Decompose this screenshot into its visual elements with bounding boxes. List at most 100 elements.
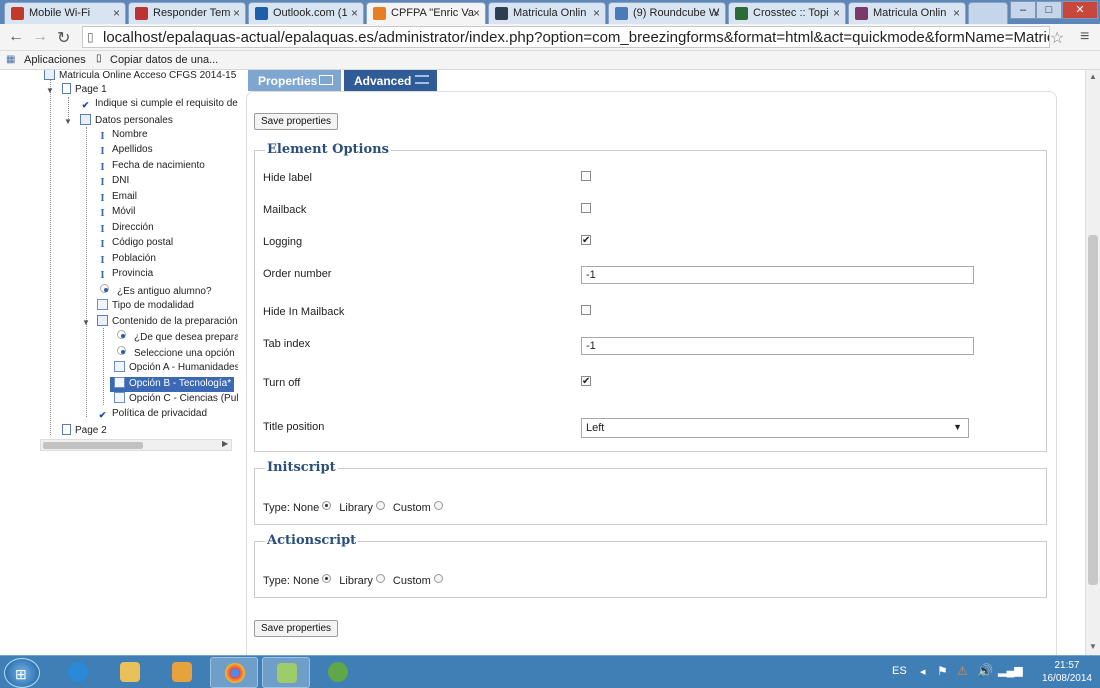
tree-node[interactable]: I Provincia xyxy=(97,268,238,283)
tree-node[interactable]: Opción A - Humanidades ( xyxy=(114,361,238,376)
order-number-input[interactable]: -1 xyxy=(581,266,974,284)
collapse-icon[interactable]: ▼ xyxy=(64,117,72,126)
minimize-icon[interactable]: – xyxy=(1010,1,1036,19)
taskbar-notepad[interactable] xyxy=(262,657,310,688)
tree-node-label: Tipo de modalidad xyxy=(112,300,194,311)
scroll-up-icon[interactable]: ▲ xyxy=(1089,72,1097,81)
tree-horizontal-scrollbar[interactable] xyxy=(40,439,232,451)
close-icon[interactable]: × xyxy=(833,6,840,20)
radio-none[interactable] xyxy=(322,574,332,583)
tray-arrow-icon[interactable]: ◂ xyxy=(920,665,926,678)
volume-icon[interactable]: 🔊 xyxy=(977,663,993,679)
hide-in-mailback-checkbox[interactable] xyxy=(581,305,591,315)
tree-node-label: Opción B - Tecnología* (P xyxy=(129,378,234,389)
tree-node[interactable]: ✔ Indique si cumple el requisito de ed xyxy=(80,98,238,113)
reload-icon[interactable]: ↻ xyxy=(57,28,70,48)
radio-custom[interactable] xyxy=(433,574,443,583)
menu-icon[interactable]: ≡ xyxy=(1080,28,1089,46)
taskbar-media[interactable] xyxy=(158,657,206,688)
browser-tab[interactable]: Mobile Wi-Fi × xyxy=(4,2,126,24)
tree-node[interactable]: Seleccione una opción (Ma xyxy=(114,346,238,361)
tree-node[interactable]: I Nombre xyxy=(97,129,238,144)
title-position-select[interactable]: Left ▼ xyxy=(581,418,969,438)
scrollbar-thumb[interactable] xyxy=(1088,235,1098,585)
tree-node-page-2[interactable]: Page 2 xyxy=(62,424,238,439)
browser-tab[interactable]: Crosstec :: Topi × xyxy=(728,2,846,24)
hide-label-checkbox[interactable] xyxy=(581,171,591,181)
tree-node[interactable]: I Población xyxy=(97,253,238,268)
tree-node-section[interactable]: Contenido de la preparación: xyxy=(97,315,238,330)
mailback-checkbox[interactable] xyxy=(581,203,591,213)
tab-index-input[interactable]: -1 xyxy=(581,337,974,355)
tree-node[interactable]: I Email xyxy=(97,191,238,206)
radio-none[interactable] xyxy=(322,501,332,510)
taskbar-ie[interactable] xyxy=(54,657,102,688)
browser-tab-active[interactable]: CPFPA "Enric Va × xyxy=(366,2,486,25)
scroll-right-icon[interactable]: ▶ xyxy=(222,439,228,448)
tree-root[interactable]: Matricula Online Acceso CFGS 2014-15 xyxy=(44,70,238,84)
tree-node[interactable]: I Código postal xyxy=(97,237,238,252)
tree-node-page-1[interactable]: Page 1 xyxy=(62,83,238,98)
turn-off-checkbox[interactable]: ✔ xyxy=(581,376,591,387)
close-icon[interactable]: × xyxy=(713,6,720,20)
save-properties-button-bottom[interactable]: Save properties xyxy=(254,620,339,637)
tree-node[interactable]: Opción C - Ciencias (Pulsa xyxy=(114,392,238,407)
tree-node[interactable]: ✔ Política de privacidad xyxy=(97,408,238,423)
taskbar-app[interactable] xyxy=(314,657,362,688)
maximize-icon[interactable]: □ xyxy=(1036,1,1062,19)
tree-node[interactable]: I DNI xyxy=(97,175,238,190)
flag-icon[interactable]: ⚑ xyxy=(937,664,948,678)
bookmark-apps[interactable]: Aplicaciones xyxy=(24,54,86,66)
tree-node[interactable]: Tipo de modalidad xyxy=(97,299,238,314)
star-icon[interactable]: ☆ xyxy=(1050,28,1064,48)
forward-icon[interactable]: → xyxy=(32,28,48,46)
tab-favicon-icon xyxy=(255,7,268,20)
collapse-icon[interactable]: ▼ xyxy=(46,86,54,95)
radio-library[interactable] xyxy=(375,501,385,510)
back-icon[interactable]: ← xyxy=(8,28,24,46)
tab-properties[interactable]: Properties xyxy=(248,70,341,91)
browser-tab[interactable]: Matricula Onlin × xyxy=(488,2,606,24)
page-vertical-scrollbar[interactable]: ▲ ▼ xyxy=(1085,70,1100,655)
browser-tab[interactable]: Responder Tem × xyxy=(128,2,246,24)
url-input[interactable]: ▯ localhost/epalaquas-actual/epalaquas.e… xyxy=(82,26,1050,48)
radio-library[interactable] xyxy=(375,574,385,583)
tree-node[interactable]: ¿De que desea prepararse xyxy=(114,330,238,345)
system-clock[interactable]: 21:57 16/08/2014 xyxy=(1042,659,1092,685)
tree-node-section[interactable]: Datos personales xyxy=(80,114,238,129)
new-tab-button[interactable] xyxy=(968,2,1008,24)
logging-checkbox[interactable]: ✔ xyxy=(581,235,591,246)
close-icon[interactable]: × xyxy=(351,6,358,20)
close-icon[interactable]: × xyxy=(233,6,240,20)
form-icon xyxy=(44,70,55,80)
close-icon[interactable]: × xyxy=(473,6,480,20)
close-icon[interactable]: × xyxy=(953,6,960,20)
close-window-icon[interactable]: ✕ xyxy=(1062,1,1098,19)
tab-advanced[interactable]: Advanced xyxy=(344,70,437,91)
tree-node-selected[interactable]: Opción B - Tecnología* (P xyxy=(110,377,234,392)
taskbar-explorer[interactable] xyxy=(106,657,154,688)
signal-icon[interactable]: ▂▄▆ xyxy=(998,664,1023,677)
tree-node[interactable]: I Apellidos xyxy=(97,144,238,159)
scrollbar-thumb[interactable] xyxy=(43,442,143,449)
tree-node[interactable]: I Fecha de nacimiento xyxy=(97,160,238,175)
bookmark-copiar[interactable]: Copiar datos de una... xyxy=(110,54,218,66)
tree-node[interactable]: I Móvil xyxy=(97,206,238,221)
collapse-icon[interactable]: ▼ xyxy=(82,318,90,327)
scroll-down-icon[interactable]: ▼ xyxy=(1089,642,1097,651)
language-indicator[interactable]: ES xyxy=(892,665,907,677)
tree-node[interactable]: I Dirección xyxy=(97,222,238,237)
windows-logo-icon: ⊞ xyxy=(15,666,27,682)
radio-custom[interactable] xyxy=(433,501,443,510)
close-icon[interactable]: × xyxy=(593,6,600,20)
network-warning-icon[interactable]: ⚠ xyxy=(957,664,968,678)
start-button[interactable]: ⊞ xyxy=(4,658,40,688)
browser-tab[interactable]: Outlook.com (1 × xyxy=(248,2,364,24)
browser-tab[interactable]: (9) Roundcube W × xyxy=(608,2,726,24)
save-properties-button-top[interactable]: Save properties xyxy=(254,113,339,130)
taskbar-chrome[interactable] xyxy=(210,657,258,688)
close-icon[interactable]: × xyxy=(113,6,120,20)
browser-tab[interactable]: Matricula Onlin × xyxy=(848,2,966,24)
dropdown-arrow-icon: ▼ xyxy=(953,422,962,432)
tree-node[interactable]: ¿Es antiguo alumno? xyxy=(97,284,238,299)
